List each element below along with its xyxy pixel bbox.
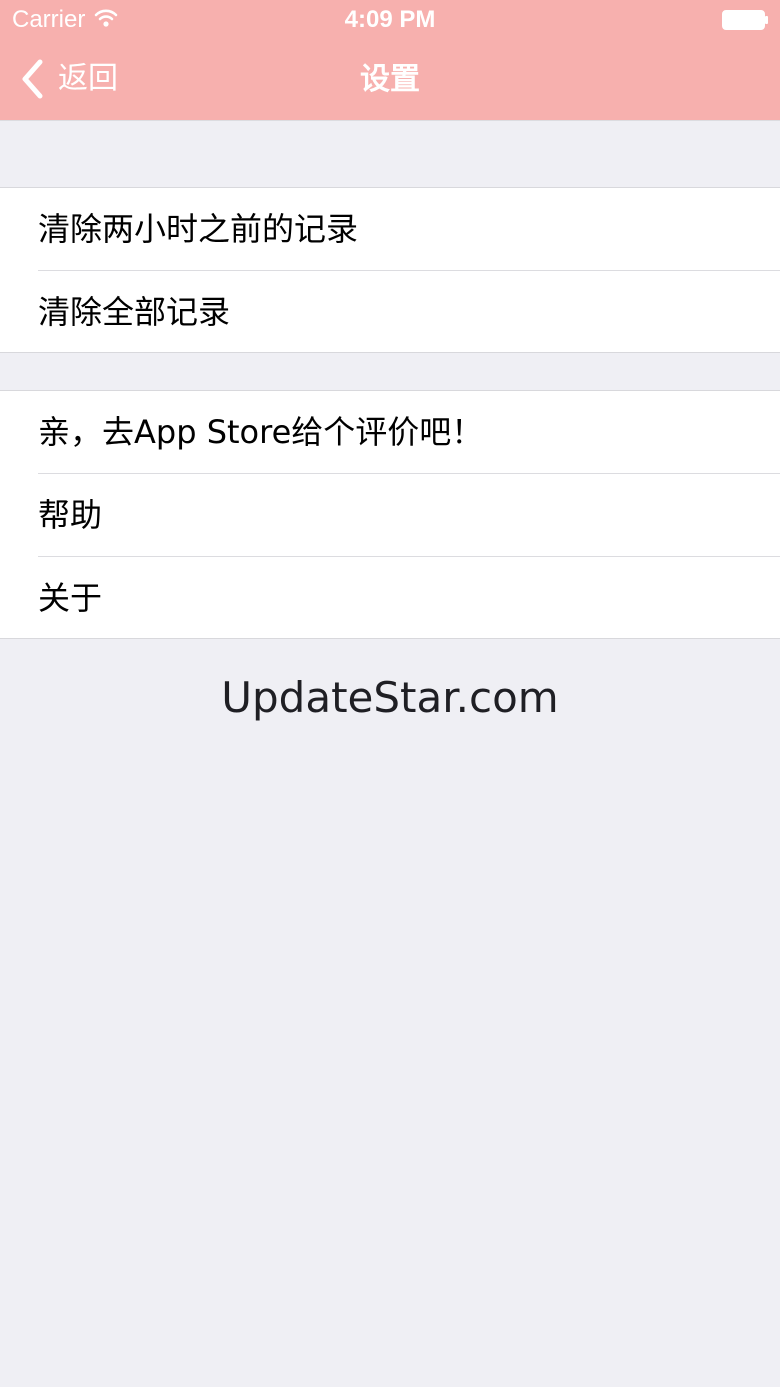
watermark-text: UpdateStar.com: [221, 673, 559, 722]
clear-all-row[interactable]: 清除全部记录: [0, 271, 780, 354]
clear-two-hours-label: 清除两小时之前的记录: [38, 210, 359, 248]
clear-two-hours-row[interactable]: 清除两小时之前的记录: [0, 188, 780, 271]
navigation-header: Carrier 4:09 PM 返回 设置: [0, 0, 780, 121]
help-label: 帮助: [38, 496, 103, 534]
battery-icon: [722, 10, 768, 30]
page-title: 设置: [360, 62, 420, 97]
help-row[interactable]: 帮助: [0, 474, 780, 557]
about-row[interactable]: 关于: [0, 557, 780, 640]
status-time: 4:09 PM: [344, 6, 436, 33]
rate-app-row[interactable]: 亲，去App Store给个评价吧！: [0, 391, 780, 474]
status-bar: Carrier 4:09 PM: [0, 0, 780, 40]
about-label: 关于: [38, 579, 103, 617]
settings-group-history: 清除两小时之前的记录 清除全部记录: [0, 187, 780, 353]
settings-group-info: 亲，去App Store给个评价吧！ 帮助 关于: [0, 390, 780, 639]
clear-all-label: 清除全部记录: [38, 293, 231, 331]
rate-app-label: 亲，去App Store给个评价吧！: [38, 413, 484, 451]
